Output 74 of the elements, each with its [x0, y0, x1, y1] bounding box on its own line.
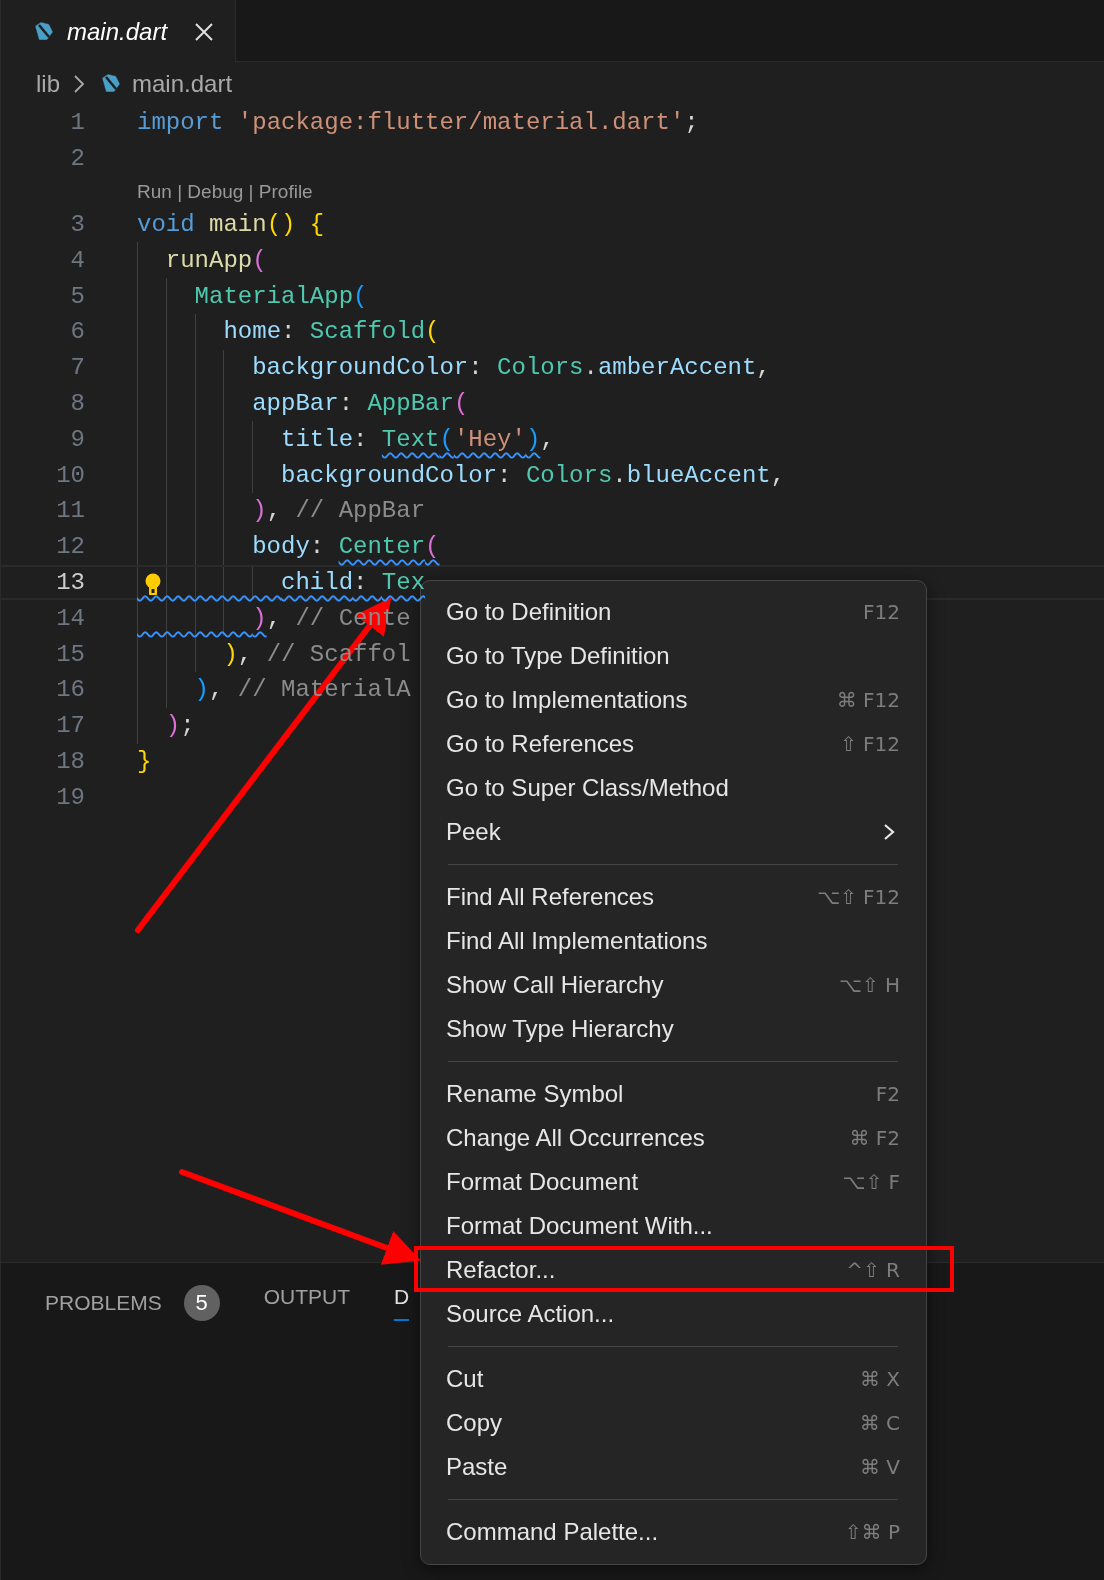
- breadcrumb-item[interactable]: main.dart: [132, 69, 233, 98]
- shortcut-label: ⌥⇧ H: [838, 973, 900, 997]
- panel-tab[interactable]: PROBLEMS 5: [45, 1285, 220, 1333]
- code-line: runApp(: [165, 246, 267, 274]
- line-number: 17: [55, 712, 85, 740]
- menu-item[interactable]: Go to Super Class/Method: [421, 766, 926, 810]
- shortcut-label: ⌥⇧ F12: [816, 885, 900, 909]
- shortcut-label: ⇧ F12: [839, 732, 900, 756]
- editor-tab[interactable]: main.dart: [1, 0, 237, 63]
- close-icon[interactable]: [193, 20, 216, 43]
- codelens-links[interactable]: Run | Debug | Profile: [137, 180, 313, 203]
- line-number: 8: [69, 389, 85, 417]
- line-number: 11: [55, 497, 85, 525]
- code-line: void main() {: [137, 211, 325, 238]
- line-number: 5: [69, 282, 85, 310]
- code-line: MaterialApp(: [194, 282, 368, 310]
- shortcut-label: F12: [863, 600, 900, 624]
- line-number: 16: [55, 676, 85, 704]
- line-number: 13: [55, 568, 85, 596]
- line-number: 3: [69, 211, 85, 238]
- code-line: appBar: AppBar(: [252, 389, 469, 417]
- menu-item[interactable]: Show Type Hierarchy: [421, 1007, 926, 1051]
- code-line: body: Center(: [252, 533, 440, 561]
- menu-item[interactable]: Rename Symbol F2: [421, 1072, 926, 1116]
- code-line: backgroundColor: Colors.amberAccent,: [252, 354, 771, 382]
- menu-item[interactable]: Find All References ⌥⇧ F12: [421, 875, 926, 919]
- line-number: 19: [55, 783, 85, 811]
- menu-item[interactable]: Format Document With...: [421, 1204, 926, 1248]
- line-number: 12: [55, 533, 85, 561]
- line-number: 1: [69, 109, 85, 137]
- shortcut-label: ^⇧ R: [846, 1258, 900, 1282]
- menu-item[interactable]: Find All Implementations: [421, 919, 926, 963]
- menu-item[interactable]: Peek: [421, 810, 926, 854]
- line-number: 9: [69, 425, 85, 453]
- shortcut-label: ⌘ X: [859, 1367, 900, 1391]
- menu-item[interactable]: Paste ⌘ V: [421, 1445, 926, 1489]
- shortcut-label: ⌘ F12: [836, 688, 900, 712]
- line-number: 6: [69, 318, 85, 346]
- panel-tab[interactable]: D: [394, 1285, 410, 1321]
- line-number: 14: [55, 604, 85, 632]
- line-number: 18: [55, 747, 85, 775]
- code-line: title: Text('Hey'),: [281, 425, 555, 453]
- line-number: 15: [55, 640, 85, 668]
- menu-item[interactable]: Show Call Hierarchy ⌥⇧ H: [421, 963, 926, 1007]
- shortcut-label: ⌥⇧ F: [842, 1170, 900, 1194]
- menu-item[interactable]: Go to Implementations ⌘ F12: [421, 678, 926, 722]
- lightbulb-icon[interactable]: [143, 572, 163, 597]
- line-number: 4: [69, 246, 85, 274]
- code-line: import 'package:flutter/material.dart';: [137, 109, 699, 137]
- menu-item[interactable]: Cut ⌘ X: [421, 1357, 926, 1401]
- menu-item[interactable]: Refactor... ^⇧ R: [421, 1248, 926, 1292]
- menu-item[interactable]: Copy ⌘ C: [421, 1401, 926, 1445]
- count-badge: 5: [183, 1285, 220, 1321]
- menu-item[interactable]: Go to Type Definition: [421, 634, 926, 678]
- line-number: 2: [69, 145, 85, 173]
- shortcut-label: ⇧⌘ P: [844, 1520, 900, 1544]
- shortcut-label: ⌘ F2: [849, 1126, 900, 1150]
- breadcrumb-item[interactable]: lib: [36, 69, 60, 98]
- menu-item[interactable]: Change All Occurrences ⌘ F2: [421, 1116, 926, 1160]
- panel-tab[interactable]: OUTPUT: [263, 1285, 351, 1321]
- code-line: backgroundColor: Colors.blueAccent,: [281, 461, 786, 489]
- code-line: ), // AppBar: [252, 497, 426, 525]
- line-number: 10: [55, 461, 85, 489]
- code-line: );: [165, 712, 195, 740]
- menu-item[interactable]: Command Palette... ⇧⌘ P: [421, 1510, 926, 1554]
- menu-item[interactable]: Format Document ⌥⇧ F: [421, 1160, 926, 1204]
- code-line: home: Scaffold(: [223, 318, 440, 346]
- menu-item[interactable]: Go to References ⇧ F12: [421, 722, 926, 766]
- code-line: }: [137, 747, 152, 775]
- shortcut-label: F2: [875, 1082, 900, 1106]
- line-number: 7: [69, 354, 85, 382]
- menu-item[interactable]: Source Action...: [421, 1292, 926, 1336]
- shortcut-label: ⌘ V: [859, 1455, 900, 1479]
- shortcut-label: ⌘ C: [859, 1411, 900, 1435]
